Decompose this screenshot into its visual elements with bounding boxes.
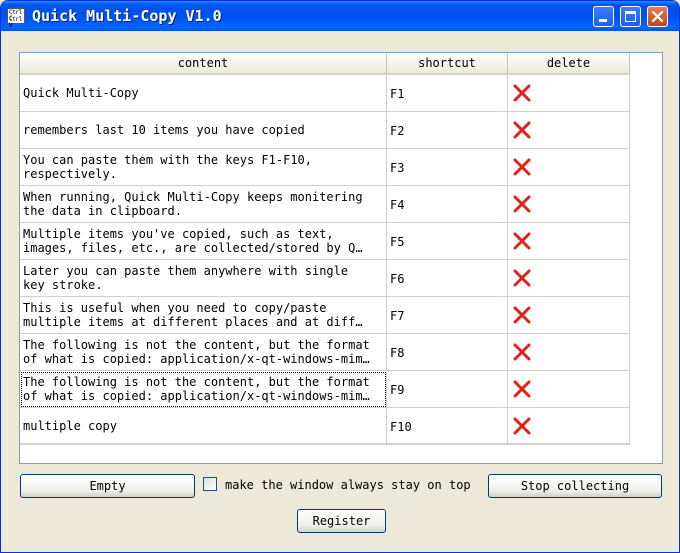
row-content-cell[interactable]: This is useful when you need to copy/pas…: [20, 297, 387, 334]
row-content-line: of what is copied: application/x-qt-wind…: [23, 389, 370, 403]
app-icon-text-bottom: Ctrl V: [9, 16, 22, 29]
row-delete-cell[interactable]: [508, 186, 630, 223]
table-divider: [20, 443, 631, 444]
table-row[interactable]: You can paste them with the keys F1-F10,…: [20, 149, 631, 186]
table-row[interactable]: Quick Multi-Copy F1: [20, 75, 631, 112]
delete-icon[interactable]: [513, 232, 531, 250]
row-content-line: respectively.: [23, 167, 117, 181]
stop-collecting-button[interactable]: Stop collecting: [488, 474, 662, 498]
window-title: Quick Multi-Copy V1.0: [32, 7, 222, 25]
row-content-cell[interactable]: When running, Quick Multi-Copy keeps mon…: [20, 186, 387, 223]
table-row[interactable]: When running, Quick Multi-Copy keeps mon…: [20, 186, 631, 223]
row-content-line: images, files, etc., are collected/store…: [23, 241, 363, 255]
row-shortcut-cell[interactable]: F6: [387, 260, 508, 297]
row-delete-cell[interactable]: [508, 112, 630, 149]
table-row[interactable]: Multiple items you've copied, such as te…: [20, 223, 631, 260]
row-content-line: When running, Quick Multi-Copy keeps mon…: [23, 190, 363, 204]
row-shortcut-cell[interactable]: F2: [387, 112, 508, 149]
row-delete-cell[interactable]: [508, 149, 630, 186]
app-icon: Ctrl C Ctrl V: [7, 8, 25, 29]
table-row[interactable]: This is useful when you need to copy/pas…: [20, 297, 631, 334]
column-header-content[interactable]: content: [20, 53, 387, 75]
column-header-delete[interactable]: delete: [508, 53, 630, 75]
row-shortcut-cell[interactable]: F9: [387, 371, 508, 408]
delete-icon[interactable]: [513, 158, 531, 176]
row-content-line: Multiple items you've copied, such as te…: [23, 227, 334, 241]
row-content-line: The following is not the content, but th…: [23, 338, 370, 352]
row-content-cell[interactable]: Later you can paste them anywhere with s…: [20, 260, 387, 297]
row-content-cell[interactable]: You can paste them with the keys F1-F10,…: [20, 149, 387, 186]
row-content-cell[interactable]: remembers last 10 items you have copied: [20, 112, 387, 149]
table-header: content shortcut delete: [20, 53, 631, 75]
row-content-cell[interactable]: Multiple items you've copied, such as te…: [20, 223, 387, 260]
clipboard-table: content shortcut delete Quick Multi-Copy…: [19, 52, 663, 464]
close-button[interactable]: [647, 6, 668, 27]
table-row[interactable]: remembers last 10 items you have copied F…: [20, 112, 631, 149]
register-button[interactable]: Register: [297, 509, 386, 533]
delete-icon[interactable]: [513, 269, 531, 287]
row-shortcut-cell[interactable]: F8: [387, 334, 508, 371]
row-shortcut-cell[interactable]: F7: [387, 297, 508, 334]
row-delete-cell[interactable]: [508, 371, 630, 408]
minimize-icon: [599, 19, 607, 22]
table-row[interactable]: The following is not the content, but th…: [20, 334, 631, 371]
row-content-line: of what is copied: application/x-qt-wind…: [23, 352, 370, 366]
minimize-button[interactable]: [593, 6, 614, 27]
row-content-cell[interactable]: multiple copy: [20, 408, 387, 445]
row-shortcut-cell[interactable]: F5: [387, 223, 508, 260]
row-content-line: The following is not the content, but th…: [23, 375, 370, 389]
row-shortcut-cell[interactable]: F1: [387, 75, 508, 112]
row-delete-cell[interactable]: [508, 408, 630, 445]
row-content-line: the data in clipboard.: [23, 204, 182, 218]
maximize-icon: [625, 11, 636, 22]
table-row[interactable]: multiple copy F10: [20, 408, 631, 445]
delete-icon[interactable]: [513, 306, 531, 324]
empty-button[interactable]: Empty: [20, 474, 195, 498]
row-shortcut-cell[interactable]: F4: [387, 186, 508, 223]
row-content-cell[interactable]: The following is not the content, but th…: [20, 334, 387, 371]
close-icon: [651, 10, 664, 23]
table-row[interactable]: The following is not the content, but th…: [20, 371, 631, 408]
maximize-button[interactable]: [620, 6, 641, 27]
delete-icon[interactable]: [513, 343, 531, 361]
always-on-top-checkbox[interactable]: [203, 477, 217, 491]
row-content-cell[interactable]: The following is not the content, but th…: [20, 371, 387, 408]
main-window: Ctrl C Ctrl V Quick Multi-Copy V1.0 cont…: [0, 0, 680, 553]
delete-icon[interactable]: [513, 380, 531, 398]
column-header-shortcut[interactable]: shortcut: [387, 53, 508, 75]
delete-icon[interactable]: [513, 417, 531, 435]
title-bar[interactable]: Ctrl C Ctrl V Quick Multi-Copy V1.0: [1, 1, 679, 31]
row-content-line: key stroke.: [23, 278, 103, 292]
row-delete-cell[interactable]: [508, 334, 630, 371]
row-delete-cell[interactable]: [508, 260, 630, 297]
row-content-cell[interactable]: Quick Multi-Copy: [20, 75, 387, 112]
row-content-line: remembers last 10 items you have copied: [23, 123, 305, 137]
delete-icon[interactable]: [513, 195, 531, 213]
row-delete-cell[interactable]: [508, 75, 630, 112]
always-on-top-label[interactable]: make the window always stay on top: [225, 478, 471, 493]
row-content-line: multiple copy: [23, 419, 117, 433]
row-shortcut-cell[interactable]: F3: [387, 149, 508, 186]
row-content-line: You can paste them with the keys F1-F10,: [23, 153, 312, 167]
row-content-line: Later you can paste them anywhere with s…: [23, 264, 349, 278]
row-delete-cell[interactable]: [508, 223, 630, 260]
table-row[interactable]: Later you can paste them anywhere with s…: [20, 260, 631, 297]
row-delete-cell[interactable]: [508, 297, 630, 334]
row-shortcut-cell[interactable]: F10: [387, 408, 508, 445]
row-content-line: multiple items at different places and a…: [23, 315, 363, 329]
delete-icon[interactable]: [513, 121, 531, 139]
row-content-line: This is useful when you need to copy/pas…: [23, 301, 327, 315]
delete-icon[interactable]: [513, 84, 531, 102]
row-content-line: Quick Multi-Copy: [23, 86, 139, 100]
